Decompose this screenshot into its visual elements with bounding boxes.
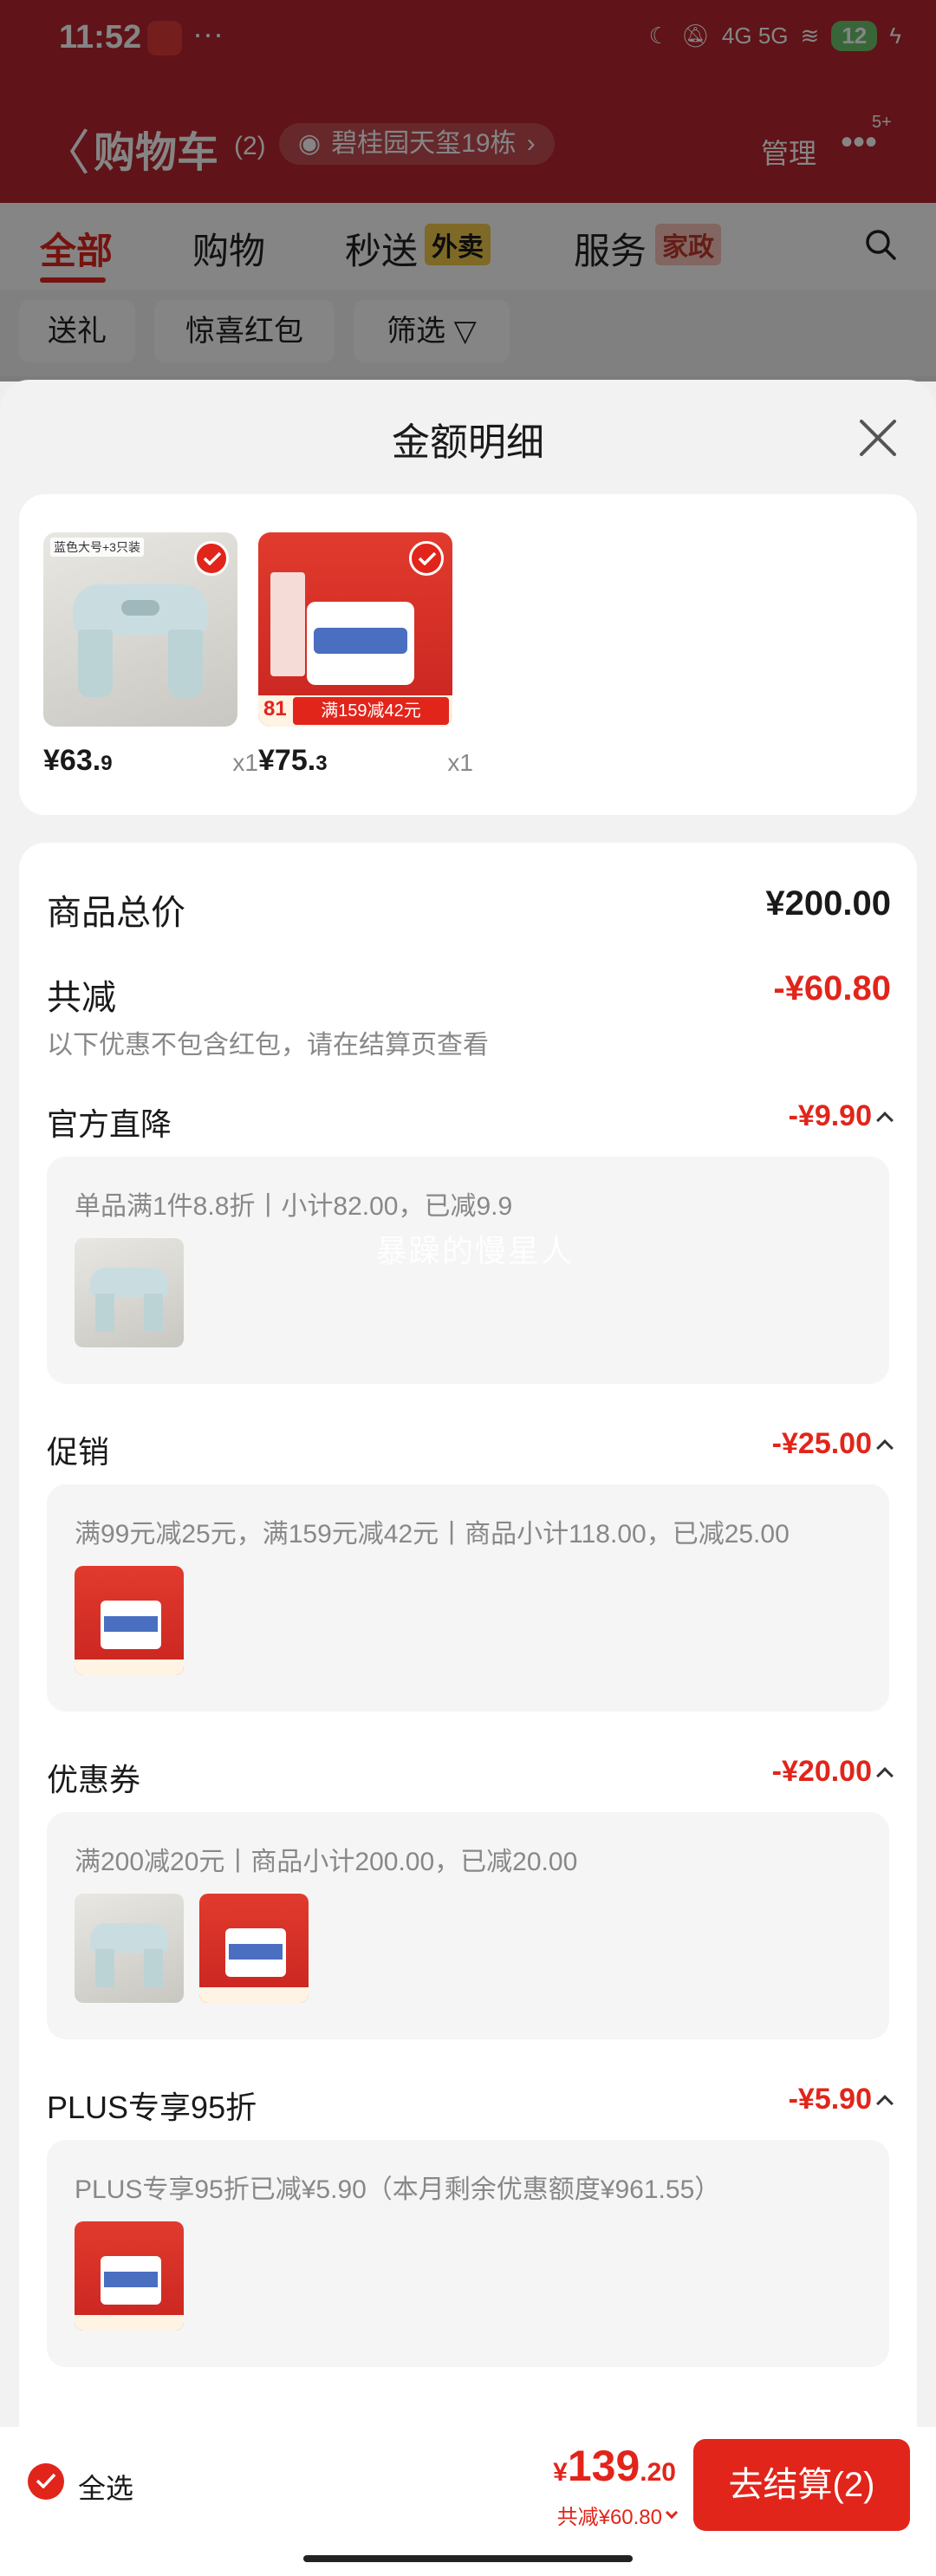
plus-discount-label: PLUS专享95折 (47, 2090, 257, 2125)
chevron-up-icon (876, 1438, 894, 1457)
chevron-up-icon (876, 1766, 894, 1784)
saved-amount-toggle[interactable]: 共减¥60.80 (557, 2500, 679, 2530)
total-price-value: ¥200.00 (765, 884, 891, 923)
chevron-up-icon (876, 1111, 894, 1129)
chevron-up-icon (876, 2094, 894, 2112)
product-item[interactable]: 蓝色大号+3只装 ¥63.9 x1 (43, 532, 258, 784)
total-payable: ¥139.20 (553, 2442, 676, 2490)
amount-detail-sheet: 金额明细 蓝色大号+3只装 ¥63.9 x1 81 满159减42元 ¥75.3… (0, 380, 936, 2576)
discount-label: 共减 (47, 979, 116, 1017)
coupon-detail: 满200减20元丨商品小计200.00，已减20.00 (47, 1812, 889, 2039)
stool-image: 蓝色大号+3只装 (43, 532, 237, 727)
modal-backdrop[interactable] (0, 0, 936, 382)
selected-check-icon[interactable] (194, 541, 229, 576)
price-breakdown-card: 商品总价 ¥200.00 共减 -¥60.80 以下优惠不包含红包，请在结算页查… (19, 843, 917, 2530)
discount-note: 以下优惠不包含红包，请在结算页查看 (47, 1031, 489, 1060)
selected-check-icon[interactable] (409, 541, 444, 576)
diaper-thumb (75, 1566, 184, 1675)
promotion-toggle[interactable]: -¥25.00 (772, 1427, 894, 1461)
products-card: 蓝色大号+3只装 ¥63.9 x1 81 满159减42元 ¥75.3 x1 (19, 494, 917, 815)
detail-text: PLUS专享95折已减¥5.90（本月剩余优惠额度¥961.55） (75, 2175, 721, 2204)
home-indicator[interactable] (303, 2555, 633, 2562)
detail-text: 满200减20元丨商品小计200.00，已减20.00 (75, 1848, 578, 1876)
product-item[interactable]: 81 满159减42元 ¥75.3 x1 (258, 532, 473, 784)
stool-thumb (75, 1238, 184, 1347)
image-promo-text: 满159减42元 (293, 697, 449, 725)
coupon-label: 优惠券 (47, 1762, 141, 1797)
diaper-thumb (75, 2221, 184, 2331)
select-all-checkbox[interactable] (28, 2463, 64, 2500)
product-price: ¥63.9 (43, 744, 113, 777)
official-discount-label: 官方直降 (47, 1106, 172, 1142)
diaper-thumb (199, 1894, 309, 2003)
coupon-toggle[interactable]: -¥20.00 (772, 1755, 894, 1789)
detail-text: 满99元减25元，满159元减42元丨商品小计118.00，已减25.00 (75, 1520, 790, 1549)
diaper-image: 81 满159减42元 (258, 532, 452, 727)
detail-text: 单品满1件8.8折丨小计82.00，已减9.9 (75, 1192, 513, 1221)
chevron-down-icon (665, 2506, 679, 2519)
product-quantity: x1 (447, 749, 473, 776)
image-number: 81 (263, 697, 287, 721)
select-all-label[interactable]: 全选 (78, 2467, 133, 2507)
plus-discount-toggle[interactable]: -¥5.90 (789, 2083, 894, 2116)
discount-value: -¥60.80 (773, 969, 891, 1008)
checkout-bar: 全选 ¥139.20 共减¥60.80 去结算(2) (0, 2427, 936, 2576)
promotion-label: 促销 (47, 1434, 110, 1470)
watermark-text: 暴躁的慢星人 (376, 1233, 575, 1268)
checkout-button[interactable]: 去结算(2) (693, 2439, 910, 2531)
official-discount-toggle[interactable]: -¥9.90 (789, 1099, 894, 1133)
product-price: ¥75.3 (258, 744, 328, 777)
stool-thumb (75, 1894, 184, 2003)
product-quantity: x1 (232, 749, 258, 776)
official-discount-detail: 单品满1件8.8折丨小计82.00，已减9.9 暴躁的慢星人 (47, 1157, 889, 1384)
close-icon[interactable] (855, 414, 901, 461)
promotion-detail: 满99元减25元，满159元减42元丨商品小计118.00，已减25.00 (47, 1484, 889, 1712)
plus-discount-detail: PLUS专享95折已减¥5.90（本月剩余优惠额度¥961.55） (47, 2140, 889, 2367)
total-price-label: 商品总价 (47, 894, 185, 932)
sheet-title: 金额明细 (392, 421, 544, 464)
image-caption: 蓝色大号+3只装 (50, 538, 144, 557)
